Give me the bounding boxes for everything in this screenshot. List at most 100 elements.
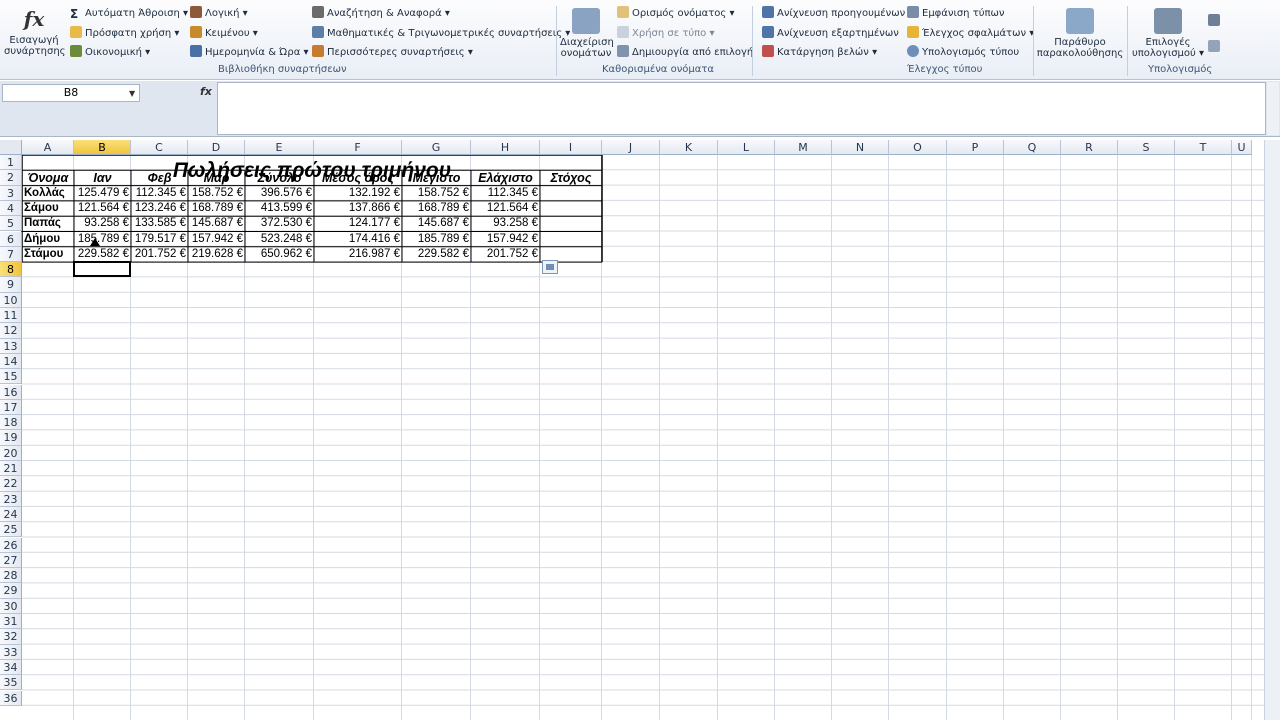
name-manager-button[interactable]: Διαχείριση ονομάτων	[560, 8, 614, 59]
column-header-j[interactable]: J	[602, 140, 660, 155]
show-formulas-button[interactable]: Εμφάνιση τύπων	[907, 6, 1004, 21]
table-cell[interactable]	[540, 216, 602, 231]
row-header-19[interactable]: 19	[0, 430, 22, 446]
trace-precedents-button[interactable]: Ανίχνευση προηγουμένων	[762, 6, 905, 21]
row-header-8[interactable]: 8	[0, 262, 22, 278]
name-box[interactable]: B8	[2, 84, 140, 102]
evaluate-formula-button[interactable]: Υπολογισμός τύπου	[907, 45, 1019, 60]
column-header-a[interactable]: A	[22, 140, 74, 155]
row-header-23[interactable]: 23	[0, 491, 22, 507]
table-cell[interactable]: 123.246 €	[131, 201, 188, 216]
column-header-u[interactable]: U	[1232, 140, 1252, 155]
row-header-32[interactable]: 32	[0, 629, 22, 645]
table-header-cell[interactable]: Ελάχιστο	[471, 171, 540, 186]
financial-button[interactable]: Οικονομική ▾	[70, 45, 150, 60]
table-cell[interactable]: 168.789 €	[188, 201, 245, 216]
row-header-30[interactable]: 30	[0, 598, 22, 614]
row-header-33[interactable]: 33	[0, 644, 22, 660]
table-cell[interactable]: 179.517 €	[131, 232, 188, 247]
fx-icon[interactable]: fx	[200, 85, 212, 98]
table-header-cell[interactable]: Φεβ	[131, 171, 188, 186]
row-header-26[interactable]: 26	[0, 537, 22, 553]
table-header-cell[interactable]: Στόχος	[540, 171, 602, 186]
chevron-down-icon[interactable]: ▼	[129, 89, 135, 98]
column-header-p[interactable]: P	[947, 140, 1004, 155]
table-cell[interactable]: Παπάς	[22, 216, 74, 231]
table-cell[interactable]: 185.789 €	[74, 232, 131, 247]
table-cell[interactable]: 137.866 €	[314, 201, 402, 216]
error-checking-button[interactable]: Έλεγχος σφαλμάτων ▾	[907, 26, 1034, 41]
row-header-27[interactable]: 27	[0, 552, 22, 569]
table-cell[interactable]: 125.479 €	[74, 186, 131, 201]
text-button[interactable]: Κειμένου ▾	[190, 26, 258, 41]
table-cell[interactable]	[540, 201, 602, 216]
row-header-15[interactable]: 15	[0, 369, 22, 385]
logical-button[interactable]: Λογική ▾	[190, 6, 248, 21]
column-header-l[interactable]: L	[718, 140, 775, 155]
more-functions-button[interactable]: Περισσότερες συναρτήσεις ▾	[312, 45, 473, 60]
row-header-28[interactable]: 28	[0, 568, 22, 584]
row-header-16[interactable]: 16	[0, 384, 22, 400]
table-header-cell[interactable]: Μέσος όρος	[314, 171, 402, 186]
worksheet-grid[interactable]: A B C D E F G H I J K L M N O P Q R S T U 1 2 3 4 5 6 7 8 9 10 11 12 13 14…	[0, 140, 1264, 720]
column-header-g[interactable]: G	[402, 140, 471, 155]
formula-bar-scrollbar[interactable]	[1267, 82, 1279, 135]
row-header-17[interactable]: 17	[0, 399, 22, 416]
calc-options-button[interactable]: Επιλογές υπολογισμού ▾	[1130, 8, 1206, 59]
table-cell[interactable]: 121.564 €	[74, 201, 131, 216]
table-cell[interactable]: 124.177 €	[314, 216, 402, 231]
table-cell[interactable]: 112.345 €	[471, 186, 540, 201]
insert-function-button[interactable]: fx Εισαγωγή συνάρτησης	[4, 6, 66, 57]
table-cell[interactable]: Δήμου	[22, 232, 74, 247]
table-cell[interactable]: 112.345 €	[131, 186, 188, 201]
auto-fill-options-icon[interactable]	[542, 260, 558, 275]
row-header-9[interactable]: 9	[0, 277, 22, 293]
row-header-18[interactable]: 18	[0, 415, 22, 431]
column-header-t[interactable]: T	[1175, 140, 1232, 155]
table-cell[interactable]: 93.258 €	[74, 216, 131, 231]
table-cell[interactable]: 413.599 €	[245, 201, 314, 216]
table-cell[interactable]: 396.576 €	[245, 186, 314, 201]
table-cell[interactable]: 157.942 €	[471, 232, 540, 247]
row-header-10[interactable]: 10	[0, 292, 22, 308]
row-header-21[interactable]: 21	[0, 461, 22, 477]
column-header-d[interactable]: D	[188, 140, 245, 155]
vertical-scrollbar[interactable]	[1264, 140, 1280, 720]
column-header-r[interactable]: R	[1061, 140, 1118, 155]
row-header-11[interactable]: 11	[0, 308, 22, 324]
table-cell[interactable]: 174.416 €	[314, 232, 402, 247]
table-cell[interactable]: 121.564 €	[471, 201, 540, 216]
row-header-7[interactable]: 7	[0, 246, 22, 263]
table-cell[interactable]: 219.628 €	[188, 247, 245, 262]
calc-sheet-button[interactable]	[1208, 40, 1223, 55]
table-cell[interactable]: 157.942 €	[188, 232, 245, 247]
table-cell[interactable]: 216.987 €	[314, 247, 402, 262]
table-cell[interactable]: 145.687 €	[188, 216, 245, 231]
table-cell[interactable]: 185.789 €	[402, 232, 471, 247]
table-cell[interactable]: 145.687 €	[402, 216, 471, 231]
table-cell[interactable]	[540, 186, 602, 201]
row-header-29[interactable]: 29	[0, 583, 22, 599]
row-header-13[interactable]: 13	[0, 338, 22, 354]
row-header-12[interactable]: 12	[0, 323, 22, 339]
column-header-h[interactable]: H	[471, 140, 540, 155]
column-header-k[interactable]: K	[660, 140, 718, 155]
row-header-36[interactable]: 36	[0, 690, 22, 706]
trace-dependents-button[interactable]: Ανίχνευση εξαρτημένων	[762, 26, 899, 41]
datetime-button[interactable]: Ημερομηνία & Ώρα ▾	[190, 45, 309, 60]
row-header-34[interactable]: 34	[0, 659, 22, 676]
use-in-formula-button[interactable]: Χρήση σε τύπο ▾	[617, 26, 714, 41]
table-header-cell[interactable]: Μέγιστο	[402, 171, 471, 186]
table-cell[interactable]: 201.752 €	[131, 247, 188, 262]
column-header-f[interactable]: F	[314, 140, 402, 155]
table-cell[interactable]: 133.585 €	[131, 216, 188, 231]
table-cell[interactable]: 229.582 €	[402, 247, 471, 262]
column-header-b[interactable]: B	[74, 140, 131, 155]
table-cell[interactable]: 132.192 €	[314, 186, 402, 201]
table-cell[interactable]	[540, 232, 602, 247]
row-header-25[interactable]: 25	[0, 522, 22, 538]
select-all-corner[interactable]	[0, 140, 22, 155]
table-cell[interactable]: 229.582 €	[74, 247, 131, 262]
define-name-button[interactable]: Ορισμός ονόματος ▾	[617, 6, 734, 21]
row-header-5[interactable]: 5	[0, 216, 22, 232]
